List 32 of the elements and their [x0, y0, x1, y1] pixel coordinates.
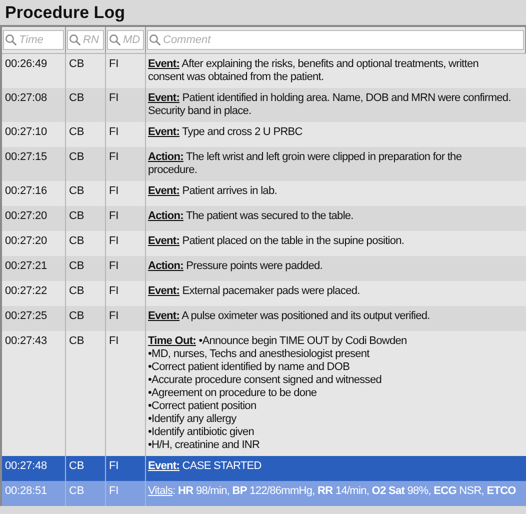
filter-field[interactable]: RN — [67, 30, 104, 50]
log-row[interactable]: 00:27:16 CB FI Event: Patient arrives in lab. — [2, 181, 526, 206]
log-row[interactable]: 00:27:22 CB FI Event: External pacemaker pads were placed. — [2, 281, 526, 306]
time-cell: 00:28:51 — [2, 481, 66, 506]
filter-field[interactable]: Comment — [147, 30, 524, 50]
log-row[interactable]: 00:27:48 CB FI Event: CASE STARTED — [2, 456, 526, 481]
search-icon — [5, 34, 17, 46]
comment-cell-text: Time Out: •Announce begin TIME OUT by Codi Bowden •MD, nurses, Techs and anesthesiologist present •Correct patient identified by name and DOB •Accurate procedure consent signed and witnessed •Agreement on procedure to be done •Correct patient position •Identify any allergy •Identify antibiotic given •H/H, creatinine and INR — [147, 334, 408, 453]
log-row[interactable] — [2, 331, 526, 456]
log-row[interactable]: 00:26:49 CB FI Event: After explaining the risks, benefits and optional treatments, written consent was obtained from the patient. — [2, 54, 526, 88]
comment-cell-text: Event: Patient placed on the table in the supine position. — [147, 234, 406, 249]
filter-field[interactable]: Time — [3, 30, 64, 50]
comment-cell-text: Event: Type and cross 2 U PRBC — [147, 125, 304, 140]
comment-cell-text: Action: Pressure points were padded. — [147, 259, 324, 274]
filter-field[interactable]: MD — [107, 30, 144, 50]
comment-cell-text: Event: Patient arrives in lab. — [147, 184, 278, 199]
search-icon — [149, 34, 161, 46]
md-cell: FI — [106, 481, 146, 506]
comment-cell-text: Event: CASE STARTED — [147, 459, 262, 474]
log-row[interactable]: 00:27:20 CB FI Event: Patient placed on the table in the supine position. — [2, 231, 526, 256]
comment-cell-text: Event: After explaining the risks, benefits and optional treatments, written consent was obtained from the patient. — [147, 57, 480, 85]
comment-cell-text: Event: External pacemaker pads were placed. — [147, 284, 361, 299]
search-icon — [109, 34, 121, 46]
comment-cell-text: Event: Patient identified in holding area. Name, DOB and MRN were confirmed. Security band in place. — [147, 91, 512, 119]
panel-title: Procedure Log — [4, 2, 126, 24]
comment-cell-text: Vitals: HR 98/min, BP 122/86mmHg, RR 14/min, O2 Sat 98%, ECG NSR, ETCO — [147, 484, 517, 499]
comment-cell-text: Action: The left wrist and left groin were clipped in preparation for the procedure. — [147, 150, 463, 178]
log-row[interactable]: 00:27:10 CB FI Event: Type and cross 2 U PRBC — [2, 122, 526, 147]
rn-cell: CB — [66, 481, 106, 506]
search-icon — [69, 34, 81, 46]
comment-cell-text: Event: A pulse oximeter was positioned and its output verified. — [147, 309, 431, 324]
comment-cell-text: Action: The patient was secured to the table. — [147, 209, 354, 224]
